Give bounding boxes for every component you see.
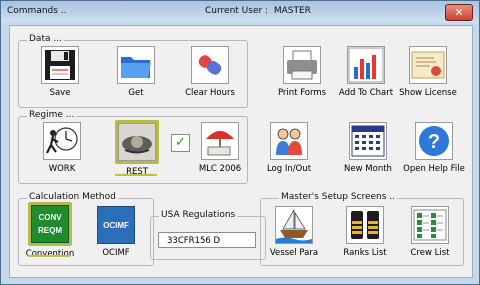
- current-user: Current User : MASTER: [205, 6, 311, 16]
- new-month-label: New Month: [344, 164, 392, 174]
- conv-reqm-icon: CONV REQM: [31, 205, 69, 243]
- regime-group-legend: Regime ...: [27, 110, 77, 120]
- mlc-2006-button[interactable]: MLC 2006: [190, 122, 250, 174]
- clear-hours-button[interactable]: Clear Hours: [179, 46, 241, 98]
- certificate-icon: [409, 46, 447, 84]
- show-license-button[interactable]: Show License: [398, 46, 458, 98]
- client-area: Data ... Save Get Clear Hours Print Form…: [9, 25, 473, 278]
- window-title: Commands ..: [7, 6, 67, 16]
- print-forms-button[interactable]: Print Forms: [273, 46, 331, 98]
- ocimf-icon: OCIMF: [97, 206, 135, 244]
- rest-selected-indicator: [115, 174, 157, 176]
- crew-cards-icon: [411, 206, 449, 244]
- rest-button[interactable]: REST: [108, 120, 166, 177]
- convention-button[interactable]: CONV REQM Convention: [24, 202, 76, 259]
- get-label: Get: [128, 88, 144, 98]
- current-user-label: Current User :: [205, 6, 269, 16]
- log-in-out-button[interactable]: Log In/Out: [258, 122, 320, 174]
- bar-chart-icon: [347, 46, 385, 84]
- rest-highlight: [115, 120, 159, 164]
- usa-regulation-field[interactable]: 33CFR156 D: [158, 232, 256, 248]
- open-help-file-label: Open Help File: [403, 164, 465, 174]
- convention-selected-indicator: [28, 255, 70, 257]
- vessel-para-label: Vessel Para: [269, 248, 319, 258]
- print-forms-label: Print Forms: [277, 88, 327, 98]
- ocimf-button[interactable]: OCIMF OCIMF: [90, 206, 142, 258]
- title-bar: Commands .. Current User : MASTER ✕: [1, 1, 479, 23]
- folder-icon: [117, 46, 155, 84]
- new-month-button[interactable]: New Month: [340, 122, 396, 174]
- rank-insignia-icon: [346, 206, 384, 244]
- save-button[interactable]: Save: [30, 46, 90, 98]
- printer-icon: [283, 46, 321, 84]
- ranks-list-button[interactable]: Ranks List: [339, 206, 391, 258]
- open-help-file-button[interactable]: ? Open Help File: [402, 122, 466, 174]
- work-label: WORK: [48, 164, 76, 174]
- show-license-label: Show License: [399, 88, 457, 98]
- crew-list-label: Crew List: [410, 248, 450, 258]
- mlc-umbrella-icon: [201, 122, 239, 160]
- convention-highlight: CONV REQM: [28, 202, 72, 246]
- regime-checkbox[interactable]: ✓: [171, 134, 190, 152]
- setup-screens-legend: Master's Setup Screens ..: [279, 192, 398, 202]
- crew-list-button[interactable]: Crew List: [403, 206, 457, 258]
- current-user-value: MASTER: [273, 6, 311, 16]
- vessel-para-button[interactable]: Vessel Para: [266, 206, 322, 258]
- checkmark-icon: ✓: [175, 135, 186, 150]
- floppy-disk-icon: [41, 46, 79, 84]
- people-icon: [270, 122, 308, 160]
- log-in-out-label: Log In/Out: [266, 164, 312, 174]
- work-button[interactable]: WORK: [34, 122, 90, 174]
- ocimf-icon-text: OCIMF: [103, 221, 129, 230]
- add-to-chart-button[interactable]: Add To Chart: [337, 46, 395, 98]
- convention-label: Convention: [25, 249, 75, 259]
- ship-icon: [275, 206, 313, 244]
- ocimf-label: OCIMF: [102, 248, 130, 258]
- calc-method-legend: Calculation Method: [27, 192, 118, 202]
- clear-hours-label: Clear Hours: [185, 88, 235, 98]
- save-label: Save: [49, 88, 71, 98]
- eraser-icon: [191, 46, 229, 84]
- get-button[interactable]: Get: [106, 46, 166, 98]
- conv-icon-text-2: REQM: [38, 226, 62, 235]
- rest-relax-icon: [118, 123, 156, 161]
- ranks-list-label: Ranks List: [343, 248, 387, 258]
- usa-regulations-legend: USA Regulations: [159, 210, 238, 220]
- conv-icon-text-1: CONV: [38, 213, 62, 222]
- help-question-icon: ?: [415, 122, 453, 160]
- close-button[interactable]: ✕: [445, 4, 473, 21]
- svg-text:?: ?: [428, 131, 440, 153]
- add-to-chart-label: Add To Chart: [338, 88, 394, 98]
- work-clock-icon: [43, 122, 81, 160]
- close-icon: ✕: [454, 6, 464, 19]
- calendar-grid-icon: [349, 122, 387, 160]
- mlc-2006-label: MLC 2006: [198, 164, 242, 174]
- commands-window: Commands .. Current User : MASTER ✕ Data…: [0, 0, 480, 285]
- data-group-legend: Data ...: [27, 34, 64, 44]
